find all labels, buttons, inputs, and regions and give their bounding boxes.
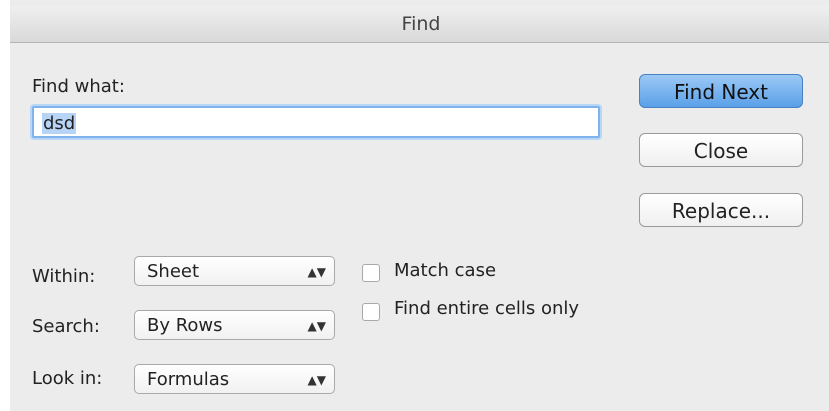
find-next-button[interactable]: Find Next: [639, 74, 803, 108]
match-case-checkbox[interactable]: [362, 264, 380, 282]
close-button[interactable]: Close: [639, 133, 803, 167]
find-what-input[interactable]: dsd: [32, 106, 600, 138]
find-what-value: dsd: [42, 113, 77, 134]
chevron-updown-icon: ▲▼: [307, 319, 326, 333]
search-select[interactable]: By Rows ▲▼: [134, 310, 335, 340]
look-in-select[interactable]: Formulas ▲▼: [134, 364, 335, 394]
look-in-label: Look in:: [32, 368, 103, 389]
within-label: Within:: [32, 266, 96, 287]
match-case-label: Match case: [394, 260, 497, 281]
replace-button[interactable]: Replace...: [639, 193, 803, 227]
within-value: Sheet: [147, 261, 200, 282]
within-select[interactable]: Sheet ▲▼: [134, 256, 335, 286]
search-label: Search:: [32, 316, 100, 337]
find-what-label: Find what:: [32, 76, 125, 97]
entire-cells-checkbox[interactable]: [362, 303, 380, 321]
dialog-title: Find: [10, 6, 829, 43]
look-in-value: Formulas: [147, 369, 230, 390]
chevron-updown-icon: ▲▼: [307, 373, 326, 387]
search-value: By Rows: [147, 315, 223, 336]
entire-cells-label: Find entire cells only: [394, 298, 580, 319]
chevron-updown-icon: ▲▼: [307, 265, 326, 279]
find-dialog: Find Find what: dsd Find Next Close Repl…: [10, 0, 829, 411]
